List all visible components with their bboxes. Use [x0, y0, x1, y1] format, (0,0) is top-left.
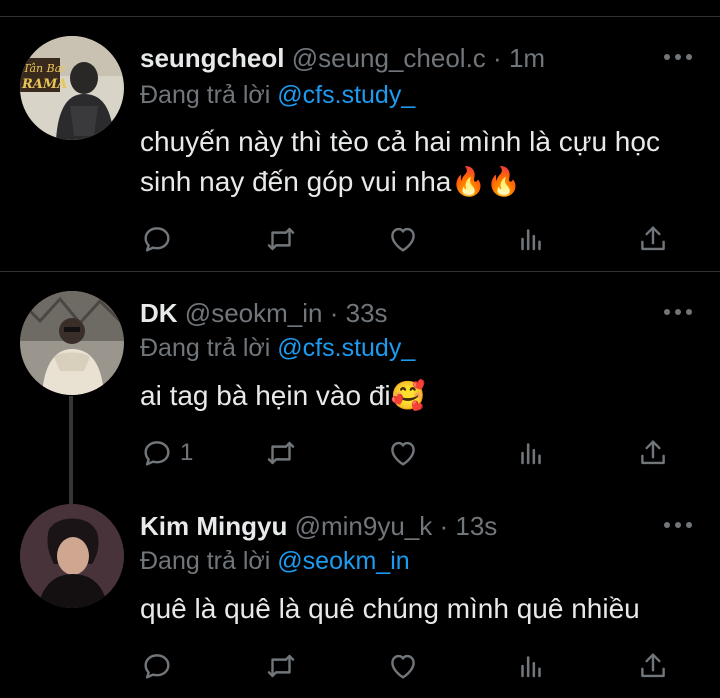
reply-button[interactable]	[140, 222, 180, 256]
avatar[interactable]	[20, 504, 124, 608]
retweet-button[interactable]	[264, 649, 298, 683]
views-button[interactable]	[514, 222, 548, 256]
tweet-header: seungcheol @seung_cheol.c · 1m	[140, 38, 545, 78]
tweet-header: Kim Mingyu @min9yu_k · 13s	[140, 506, 497, 546]
heart-icon	[391, 441, 415, 466]
mention-link[interactable]: @cfs.study_	[277, 334, 415, 362]
retweet-icon	[267, 441, 295, 465]
display-name[interactable]: Kim Mingyu	[140, 511, 287, 541]
action-bar: 1	[140, 436, 680, 470]
avatar[interactable]	[20, 291, 124, 395]
user-handle[interactable]: @seung_cheol.c	[292, 43, 486, 73]
reply-button[interactable]: 1	[140, 436, 193, 470]
tweet-text: chuyến này thì tèo cả hai mình là cựu họ…	[140, 126, 660, 197]
separator-dot: ·	[439, 511, 449, 541]
bar-chart-icon	[521, 229, 541, 251]
tweet-item[interactable]: DK @seokm_in · 33s Đang trả lời @cfs.stu…	[0, 291, 720, 486]
display-name[interactable]: DK	[140, 298, 178, 328]
timestamp[interactable]: 33s	[346, 298, 388, 328]
user-handle[interactable]: @min9yu_k	[295, 511, 433, 541]
like-button[interactable]	[386, 436, 420, 470]
action-bar	[140, 649, 680, 683]
bar-chart-icon	[521, 656, 541, 678]
tweet-item[interactable]: Tân Bar RAMA seungcheol @seung_cheol.c ·…	[0, 36, 720, 266]
replying-to-label: Đang trả lời	[140, 547, 271, 575]
share-icon	[641, 440, 665, 465]
views-button[interactable]	[514, 436, 548, 470]
svg-text:Tân Bar: Tân Bar	[23, 62, 67, 75]
like-button[interactable]	[386, 222, 420, 256]
like-button[interactable]	[386, 649, 420, 683]
heart-icon	[391, 227, 415, 252]
display-name[interactable]: seungcheol	[140, 43, 284, 73]
share-button[interactable]	[636, 222, 670, 256]
share-button[interactable]	[636, 649, 670, 683]
comment-icon	[144, 654, 170, 679]
views-button[interactable]	[514, 649, 548, 683]
tweet-text: ai tag bà hẹin vào đi🥰	[140, 380, 426, 411]
avatar[interactable]: Tân Bar RAMA	[20, 36, 124, 140]
timestamp[interactable]: 1m	[509, 43, 545, 73]
comment-icon	[144, 227, 170, 252]
replying-to-label: Đang trả lời	[140, 81, 271, 109]
tweet-item[interactable]: Kim Mingyu @min9yu_k · 13s Đang trả lời …	[0, 504, 720, 698]
retweet-icon	[267, 227, 295, 251]
share-icon	[641, 653, 665, 678]
tweet-text: quê là quê là quê chúng mình quê nhiều	[140, 593, 640, 624]
reply-count: 1	[180, 439, 194, 466]
timestamp[interactable]: 13s	[455, 511, 497, 541]
separator-dot: ·	[493, 43, 502, 73]
replying-to: Đang trả lời @seokm_in	[140, 544, 410, 578]
tweet-divider	[0, 271, 720, 272]
separator-dot: ·	[329, 298, 339, 328]
comment-icon	[144, 441, 170, 466]
share-button[interactable]	[636, 436, 670, 470]
user-handle[interactable]: @seokm_in	[185, 298, 323, 328]
more-options-icon[interactable]	[664, 307, 692, 317]
replying-to-label: Đang trả lời	[140, 334, 271, 362]
more-options-icon[interactable]	[664, 52, 692, 62]
replying-to: Đang trả lời @cfs.study_	[140, 78, 415, 112]
tweet-header: DK @seokm_in · 33s	[140, 293, 388, 333]
mention-link[interactable]: @cfs.study_	[277, 81, 415, 109]
bar-chart-icon	[521, 443, 541, 465]
mention-link[interactable]: @seokm_in	[277, 547, 409, 575]
action-bar	[140, 222, 680, 256]
reply-button[interactable]	[140, 649, 180, 683]
retweet-button[interactable]	[264, 222, 298, 256]
more-options-icon[interactable]	[664, 520, 692, 530]
replying-to: Đang trả lời @cfs.study_	[140, 331, 415, 365]
heart-icon	[391, 654, 415, 679]
retweet-icon	[267, 654, 295, 678]
share-icon	[641, 226, 665, 251]
svg-text:RAMA: RAMA	[21, 77, 67, 92]
retweet-button[interactable]	[264, 436, 298, 470]
top-divider	[0, 16, 720, 17]
